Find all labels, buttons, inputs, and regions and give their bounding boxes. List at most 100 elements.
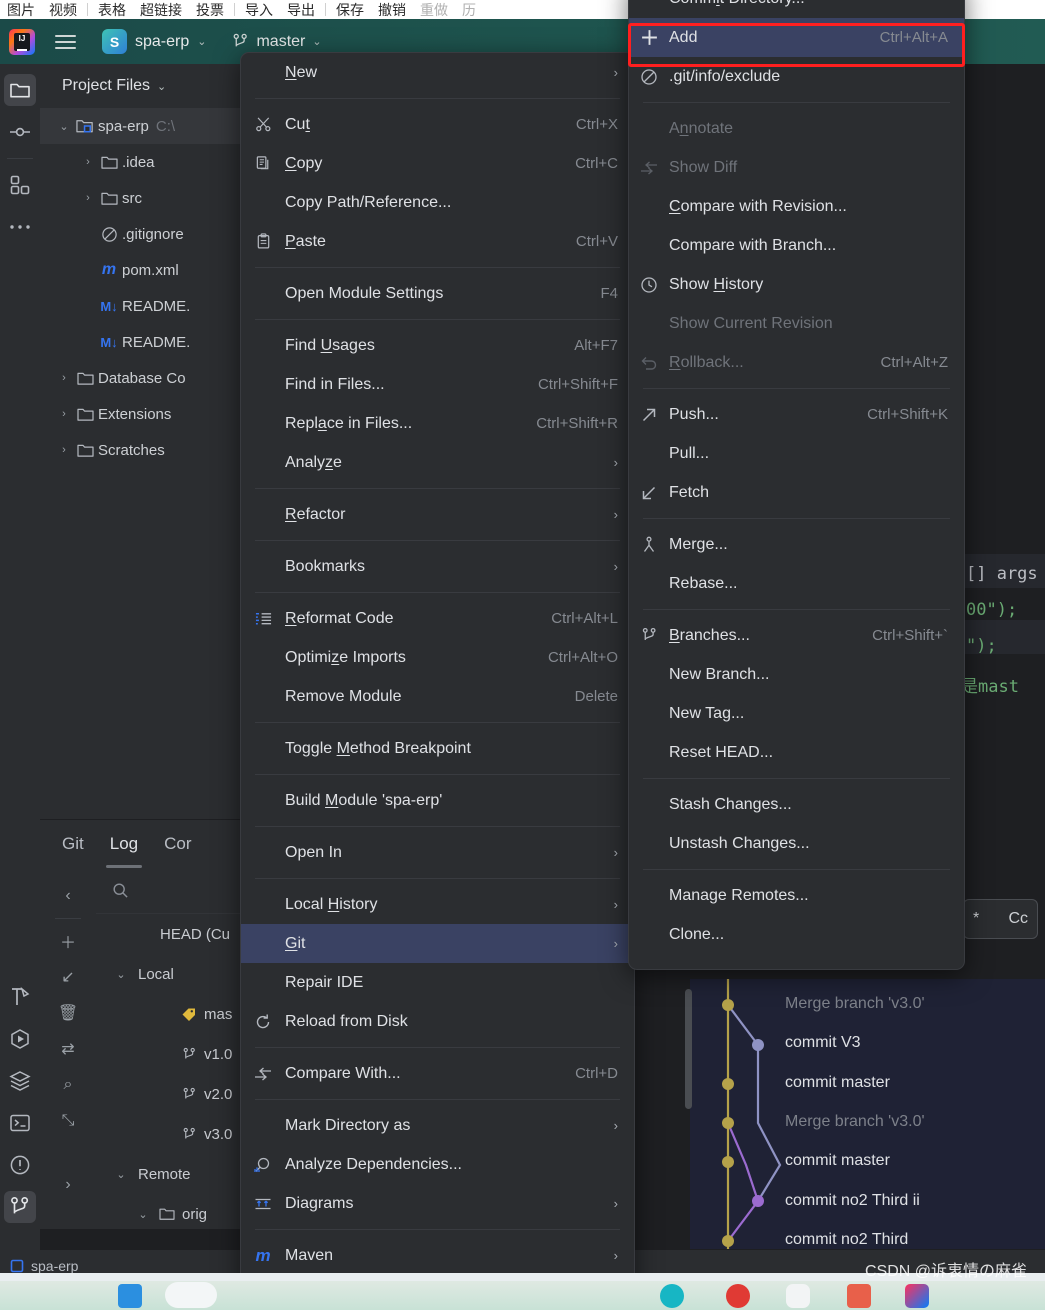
menu-item-find-usages[interactable]: Find Usages Alt+F7 [241, 326, 634, 365]
git-branch-row[interactable]: v1.0 [96, 1034, 243, 1074]
project-tree[interactable]: ⌄ spa-erp C:\ › .idea › src .gitignore m pom.xml M… [40, 108, 243, 468]
menu-item-diagrams[interactable]: Diagrams › [241, 1184, 634, 1223]
browser-toolbar-item[interactable]: 视频 [42, 0, 84, 19]
menu-item-new-tag[interactable]: New Tag... [629, 694, 964, 733]
expand-right-icon[interactable]: › [53, 1167, 83, 1203]
menu-item-push[interactable]: Push... Ctrl+Shift+K [629, 395, 964, 434]
problems-icon[interactable] [4, 1149, 36, 1181]
browser-toolbar-item[interactable]: 重做 [413, 0, 455, 19]
git-branch-row[interactable]: HEAD (Cu [96, 914, 243, 954]
menu-item-paste[interactable]: Paste Ctrl+V [241, 222, 634, 261]
menu-item-build-module-spa-erp[interactable]: Build Module 'spa-erp' [241, 781, 634, 820]
menu-item-optimize-imports[interactable]: Optimize Imports Ctrl+Alt+O [241, 638, 634, 677]
menu-item-reset-head[interactable]: Reset HEAD... [629, 733, 964, 772]
menu-item-compare-with-revision[interactable]: Compare with Revision... [629, 187, 964, 226]
menu-item-mark-directory-as[interactable]: Mark Directory as › [241, 1106, 634, 1145]
add-icon[interactable]: ＋ [53, 923, 83, 959]
commit-log-panel[interactable]: Merge branch 'v3.0' commit V3 commit maste… [685, 979, 1045, 1249]
terminal-icon[interactable] [4, 1107, 36, 1139]
git-branch-row[interactable]: ⌄ Remote [96, 1154, 243, 1194]
taskbar-icon-app1[interactable] [660, 1284, 684, 1308]
browser-toolbar-item[interactable]: 投票 [189, 0, 231, 19]
taskbar-icon-app2[interactable] [726, 1284, 750, 1308]
git-branch-row[interactable]: mas [96, 994, 243, 1034]
git-tab-strip[interactable]: Git Log Cor [40, 820, 243, 868]
menu-item-find-in-files[interactable]: Find in Files... Ctrl+Shift+F [241, 365, 634, 404]
git-branch-row[interactable]: v3.0 [96, 1114, 243, 1154]
project-tree-row[interactable]: › .idea [40, 144, 243, 180]
menu-item-unstash-changes[interactable]: Unstash Changes... [629, 824, 964, 863]
browser-toolbar-item[interactable]: 导入 [238, 0, 280, 19]
menu-item-replace-in-files[interactable]: Replace in Files... Ctrl+Shift+R [241, 404, 634, 443]
collapse-left-icon[interactable]: ‹ [53, 878, 83, 914]
commit-log-row[interactable]: commit master [785, 1074, 890, 1092]
menu-item-commit-directory[interactable]: Commit Directory... [629, 0, 964, 18]
commit-icon[interactable] [4, 116, 36, 148]
menu-item-refactor[interactable]: Refactor › [241, 495, 634, 534]
menu-item-maven[interactable]: m Maven › [241, 1236, 634, 1275]
menu-item-open-in[interactable]: Open In › [241, 833, 634, 872]
taskbar-icon-explorer[interactable] [118, 1284, 142, 1308]
project-tree-row[interactable]: › Scratches [40, 432, 243, 468]
menu-item-compare-with-branch[interactable]: Compare with Branch... [629, 226, 964, 265]
menu-item-pull[interactable]: Pull... [629, 434, 964, 473]
tree-expander-icon[interactable]: ⌄ [130, 1208, 156, 1221]
project-tree-row[interactable]: › Database Co [40, 360, 243, 396]
project-tree-row[interactable]: › Extensions [40, 396, 243, 432]
menu-item-compare-with[interactable]: Compare With... Ctrl+D [241, 1054, 634, 1093]
browser-toolbar-item[interactable]: 图片 [0, 0, 42, 19]
menu-item-toggle-method-breakpoint[interactable]: Toggle Method Breakpoint [241, 729, 634, 768]
git-branch-row[interactable]: ⌄ Local [96, 954, 243, 994]
project-tree-row[interactable]: m pom.xml [40, 252, 243, 288]
menu-item-merge[interactable]: Merge... [629, 525, 964, 564]
run-icon[interactable] [4, 1023, 36, 1055]
git-tab-log[interactable]: Log [105, 834, 143, 868]
tree-expander-icon[interactable]: ⌄ [54, 120, 74, 133]
structure-icon[interactable] [4, 169, 36, 201]
menu-item-git[interactable]: Git › [241, 924, 634, 963]
commit-log-row[interactable]: commit V3 [785, 1034, 861, 1052]
menu-item-rebase[interactable]: Rebase... [629, 564, 964, 603]
menu-item-copy[interactable]: Copy Ctrl+C [241, 144, 634, 183]
menu-item-open-module-settings[interactable]: Open Module Settings F4 [241, 274, 634, 313]
commit-log-row[interactable]: Merge branch 'v3.0' [785, 995, 925, 1013]
menu-item-clone[interactable]: Clone... [629, 915, 964, 954]
more-tools-icon[interactable] [4, 211, 36, 243]
menu-item-git-info-exclude[interactable]: .git/info/exclude [629, 57, 964, 96]
tree-expander-icon[interactable]: › [54, 408, 74, 420]
project-tree-row[interactable]: .gitignore [40, 216, 243, 252]
menu-item-branches[interactable]: Branches... Ctrl+Shift+` [629, 616, 964, 655]
menu-item-fetch[interactable]: Fetch [629, 473, 964, 512]
taskbar-search-pill[interactable] [165, 1282, 217, 1308]
project-files-icon[interactable] [4, 74, 36, 106]
main-menu-burger-icon[interactable] [48, 19, 82, 64]
git-branches-tree[interactable]: HEAD (Cu ⌄ Local mas v1.0 v2.0 v3.0 ⌄ Remote ⌄ ori… [96, 868, 243, 1230]
menu-item-repair-ide[interactable]: Repair IDE [241, 963, 634, 1002]
commit-log-row[interactable]: commit no2 Third [785, 1231, 908, 1249]
tree-expander-icon[interactable]: › [54, 372, 74, 384]
commit-log-row[interactable]: commit no2 Third ii [785, 1192, 920, 1210]
taskbar-icon-app5[interactable] [905, 1284, 929, 1308]
editor-cc-chip[interactable]: * Cc [963, 899, 1038, 939]
pull-icon[interactable]: ↙ [53, 959, 83, 995]
branch-selector[interactable]: master ⌄ [232, 33, 322, 51]
browser-toolbar-item[interactable]: 导出 [280, 0, 322, 19]
menu-item-manage-remotes[interactable]: Manage Remotes... [629, 876, 964, 915]
tree-expander-icon[interactable]: › [78, 156, 98, 168]
git-tab-cor[interactable]: Cor [164, 834, 191, 854]
project-tree-row[interactable]: M↓ README. [40, 288, 243, 324]
build-icon[interactable] [4, 981, 36, 1013]
project-panel-header[interactable]: Project Files ⌄ [40, 64, 243, 108]
menu-item-copy-path-reference[interactable]: Copy Path/Reference... [241, 183, 634, 222]
tree-expander-icon[interactable]: ⌄ [108, 1168, 134, 1181]
browser-toolbar-item[interactable]: 历 [455, 0, 483, 19]
menu-item-analyze[interactable]: Analyze › [241, 443, 634, 482]
commit-log-row[interactable]: Merge branch 'v3.0' [785, 1113, 925, 1131]
desktop-taskbar[interactable] [0, 1281, 1045, 1310]
diff-icon[interactable]: ⇄ [53, 1031, 83, 1067]
fetch-icon[interactable]: ⤡ [53, 1103, 83, 1139]
menu-item-stash-changes[interactable]: Stash Changes... [629, 785, 964, 824]
search-icon[interactable]: ⌕ [53, 1067, 83, 1103]
project-tree-row[interactable]: ⌄ spa-erp C:\ [40, 108, 243, 144]
menu-item-local-history[interactable]: Local History › [241, 885, 634, 924]
